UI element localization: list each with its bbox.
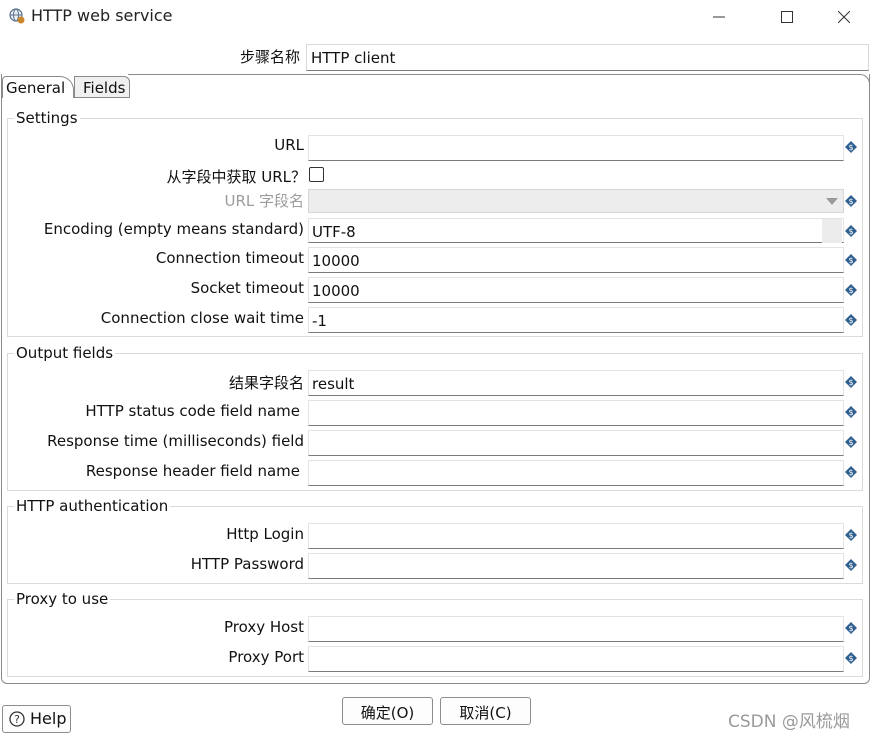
status-code-input[interactable] bbox=[308, 400, 844, 426]
maximize-button[interactable] bbox=[764, 0, 810, 34]
http-password-label: HTTP Password bbox=[190, 555, 304, 573]
svg-text:$: $ bbox=[848, 624, 853, 633]
encoding-label: Encoding (empty means standard) bbox=[43, 220, 304, 238]
maximize-icon bbox=[781, 11, 793, 23]
svg-text:$: $ bbox=[848, 468, 853, 477]
socket-timeout-label: Socket timeout bbox=[190, 279, 304, 297]
svg-text:$: $ bbox=[848, 408, 853, 417]
variable-icon[interactable]: $ bbox=[844, 194, 858, 208]
svg-text:$: $ bbox=[848, 286, 853, 295]
svg-text:$: $ bbox=[848, 316, 853, 325]
variable-icon[interactable]: $ bbox=[844, 621, 858, 635]
help-button[interactable]: ? Help bbox=[2, 705, 71, 733]
connection-timeout-label: Connection timeout bbox=[155, 249, 304, 267]
status-code-label: HTTP status code field name bbox=[85, 402, 300, 420]
variable-icon[interactable]: $ bbox=[844, 558, 858, 572]
globe-icon bbox=[9, 8, 25, 24]
cancel-button[interactable]: 取消(C) bbox=[440, 697, 531, 725]
proxy-host-input[interactable] bbox=[308, 616, 844, 642]
minimize-button[interactable] bbox=[696, 0, 742, 34]
http-login-label: Http Login bbox=[226, 525, 304, 543]
help-icon: ? bbox=[9, 711, 25, 727]
variable-icon[interactable]: $ bbox=[844, 528, 858, 542]
watermark: CSDN @风梳烟 bbox=[728, 712, 850, 732]
url-field-name-select[interactable] bbox=[308, 189, 844, 213]
svg-text:$: $ bbox=[848, 256, 853, 265]
response-time-label: Response time (milliseconds) field bbox=[47, 432, 304, 450]
response-header-label: Response header field name bbox=[85, 462, 300, 480]
proxy-host-label: Proxy Host bbox=[223, 618, 304, 636]
svg-text:$: $ bbox=[848, 561, 853, 570]
variable-icon[interactable]: $ bbox=[844, 313, 858, 327]
close-button[interactable] bbox=[821, 0, 867, 34]
output-fields-group-title: Output fields bbox=[14, 344, 116, 362]
proxy-group-title: Proxy to use bbox=[14, 590, 111, 608]
proxy-port-input[interactable] bbox=[308, 646, 844, 672]
variable-icon[interactable]: $ bbox=[844, 651, 858, 665]
url-input[interactable] bbox=[308, 135, 844, 161]
step-name-label: 步骤名称 bbox=[239, 48, 300, 66]
svg-text:?: ? bbox=[14, 713, 20, 726]
variable-icon[interactable]: $ bbox=[844, 283, 858, 297]
proxy-port-label: Proxy Port bbox=[228, 648, 304, 666]
url-from-field-label: 从字段中获取 URL？ bbox=[166, 168, 306, 186]
variable-icon[interactable]: $ bbox=[844, 375, 858, 389]
close-wait-input[interactable]: -1 bbox=[308, 307, 844, 333]
svg-text:$: $ bbox=[848, 531, 853, 540]
title-bar: HTTP web service bbox=[0, 0, 874, 34]
response-time-input[interactable] bbox=[308, 430, 844, 456]
http-login-input[interactable] bbox=[308, 523, 844, 549]
minimize-icon bbox=[713, 16, 725, 18]
encoding-scrollbar[interactable] bbox=[822, 219, 842, 243]
encoding-input[interactable]: UTF-8 bbox=[308, 218, 844, 243]
svg-text:$: $ bbox=[848, 378, 853, 387]
ok-button[interactable]: 确定(O) bbox=[342, 697, 433, 725]
response-header-input[interactable] bbox=[308, 460, 844, 486]
settings-group-title: Settings bbox=[14, 109, 80, 127]
variable-icon[interactable]: $ bbox=[844, 224, 858, 238]
result-field-input[interactable]: result bbox=[308, 370, 844, 396]
url-label: URL bbox=[274, 136, 304, 154]
svg-text:$: $ bbox=[848, 438, 853, 447]
step-name-input[interactable]: HTTP client bbox=[306, 44, 869, 71]
svg-text:$: $ bbox=[848, 197, 853, 206]
connection-timeout-input[interactable]: 10000 bbox=[308, 247, 844, 273]
variable-icon[interactable]: $ bbox=[844, 465, 858, 479]
variable-icon[interactable]: $ bbox=[844, 405, 858, 419]
chevron-down-icon bbox=[826, 198, 838, 205]
url-field-name-label: URL 字段名 bbox=[224, 192, 304, 210]
help-label: Help bbox=[30, 709, 67, 728]
http-auth-group-title: HTTP authentication bbox=[14, 497, 171, 515]
window-title: HTTP web service bbox=[31, 6, 173, 25]
svg-text:$: $ bbox=[848, 227, 853, 236]
result-field-label: 结果字段名 bbox=[228, 374, 304, 392]
socket-timeout-input[interactable]: 10000 bbox=[308, 277, 844, 303]
close-wait-label: Connection close wait time bbox=[100, 309, 304, 327]
svg-text:$: $ bbox=[848, 654, 853, 663]
url-from-field-checkbox[interactable] bbox=[309, 167, 324, 182]
variable-icon[interactable]: $ bbox=[844, 435, 858, 449]
http-password-input[interactable] bbox=[308, 553, 844, 579]
close-icon bbox=[838, 11, 850, 23]
variable-icon[interactable]: $ bbox=[844, 253, 858, 267]
variable-icon[interactable]: $ bbox=[844, 140, 858, 154]
svg-text:$: $ bbox=[848, 143, 853, 152]
